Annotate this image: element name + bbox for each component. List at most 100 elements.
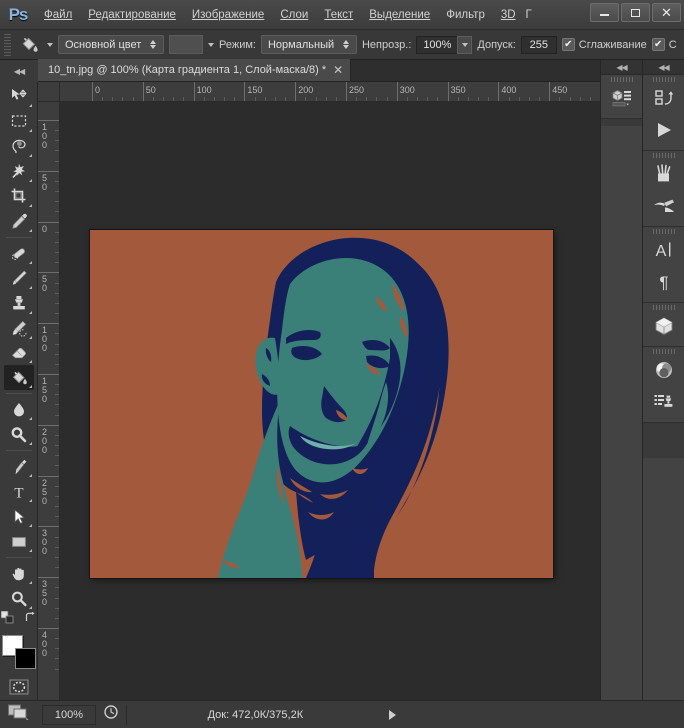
panel-grip[interactable] bbox=[643, 303, 684, 312]
3d-properties-panel-button[interactable] bbox=[601, 84, 642, 116]
collapse-panel-icon: ◀◀ bbox=[616, 63, 626, 72]
toolbox-divider-2 bbox=[6, 393, 32, 394]
3d-panel-button[interactable] bbox=[643, 312, 684, 344]
default-colors-icon[interactable] bbox=[1, 611, 14, 629]
actions-panel-button[interactable] bbox=[643, 116, 684, 148]
background-color-swatch[interactable] bbox=[15, 648, 36, 669]
options-bar-grip[interactable] bbox=[4, 34, 11, 56]
minimize-button[interactable] bbox=[590, 3, 619, 22]
ruler-tick bbox=[38, 476, 60, 477]
menu-select[interactable]: Выделение bbox=[361, 0, 438, 30]
pattern-swatch[interactable] bbox=[169, 35, 203, 54]
ruler-label: 150 bbox=[40, 377, 49, 404]
history-panel-button[interactable] bbox=[643, 84, 684, 116]
path-selection-tool[interactable] bbox=[4, 504, 34, 529]
status-expand-button[interactable] bbox=[384, 710, 402, 720]
menu-filter[interactable]: Фильтр bbox=[438, 0, 493, 30]
ruler-label: 250 bbox=[40, 479, 49, 506]
menu-edit[interactable]: Редактирование bbox=[80, 0, 184, 30]
ruler-label: 150 bbox=[244, 85, 262, 95]
ruler-label: 350 bbox=[40, 580, 49, 607]
brush-presets-panel-button[interactable] bbox=[643, 192, 684, 224]
opacity-input[interactable]: 100% bbox=[416, 36, 458, 54]
clone-stamp-tool[interactable] bbox=[4, 291, 34, 316]
panel-grip[interactable] bbox=[643, 151, 684, 160]
fill-source-dropdown[interactable]: Основной цвет bbox=[58, 35, 164, 54]
paint-bucket-icon[interactable] bbox=[16, 34, 42, 56]
blend-mode-stepper[interactable] bbox=[340, 40, 352, 49]
horizontal-ruler[interactable]: 050100150200250300350400450 bbox=[60, 82, 604, 102]
ruler-label: 200 bbox=[40, 428, 49, 455]
eyedropper-tool[interactable] bbox=[4, 209, 34, 234]
opacity-chevron-down-icon[interactable] bbox=[457, 36, 472, 54]
dock-collapse-left[interactable]: ◀◀ bbox=[601, 60, 642, 75]
tool-preset-chevron-down-icon[interactable] bbox=[47, 43, 53, 47]
history-brush-tool[interactable] bbox=[4, 316, 34, 341]
close-button[interactable]: ✕ bbox=[652, 3, 681, 22]
menu-type[interactable]: Текст bbox=[316, 0, 361, 30]
panel-grip[interactable] bbox=[643, 347, 684, 356]
antialias-checkbox[interactable]: ✔ bbox=[562, 38, 575, 51]
quick-mask-toggle[interactable] bbox=[4, 675, 34, 700]
ruler-label: 0 bbox=[40, 225, 49, 234]
menu-file[interactable]: Файл bbox=[36, 0, 80, 30]
antialias-label: Сглаживание bbox=[579, 39, 647, 51]
zoom-level-input[interactable]: 100% bbox=[42, 705, 96, 725]
document-tab[interactable]: 10_tn.jpg @ 100% (Карта градиента 1, Сло… bbox=[38, 59, 351, 81]
brush-tool[interactable] bbox=[4, 266, 34, 291]
menu-3d[interactable]: 3D bbox=[493, 0, 524, 30]
panel-grip[interactable] bbox=[643, 75, 684, 84]
timing-button[interactable] bbox=[96, 704, 126, 725]
lasso-tool[interactable] bbox=[4, 134, 34, 159]
toolbox-collapse-button[interactable]: ◀◀ bbox=[0, 60, 38, 82]
antialias-checkbox-group[interactable]: ✔ Сглаживание bbox=[562, 38, 647, 51]
menu-layers[interactable]: Слои bbox=[272, 0, 316, 30]
contiguous-checkbox[interactable]: ✔ bbox=[652, 38, 665, 51]
artboard[interactable] bbox=[90, 230, 553, 578]
menu-image[interactable]: Изображение bbox=[184, 0, 272, 30]
pattern-chevron-down-icon[interactable] bbox=[208, 43, 214, 47]
eraser-tool[interactable] bbox=[4, 341, 34, 366]
crop-tool[interactable] bbox=[4, 184, 34, 209]
panel-grip[interactable] bbox=[643, 227, 684, 236]
canvas-area[interactable] bbox=[60, 102, 604, 700]
dodge-tool[interactable] bbox=[4, 422, 34, 447]
swap-colors-icon[interactable] bbox=[24, 611, 37, 629]
character-panel-button[interactable]: A bbox=[643, 236, 684, 268]
pen-tool[interactable] bbox=[4, 454, 34, 479]
tab-close-icon[interactable]: ✕ bbox=[333, 64, 343, 76]
rectangle-tool[interactable] bbox=[4, 529, 34, 554]
ruler-label: 50 bbox=[143, 85, 156, 95]
maximize-button[interactable] bbox=[621, 3, 650, 22]
ruler-tick bbox=[38, 425, 60, 426]
hand-tool[interactable] bbox=[4, 561, 34, 586]
zoom-tool[interactable] bbox=[4, 586, 34, 611]
color-panel-button[interactable] bbox=[643, 356, 684, 388]
color-swatches[interactable] bbox=[2, 635, 36, 669]
blend-mode-dropdown[interactable]: Нормальный bbox=[261, 35, 357, 54]
menu-view[interactable]: Г bbox=[524, 0, 534, 30]
paint-bucket-tool[interactable] bbox=[4, 365, 34, 390]
dock-collapse-right[interactable]: ◀◀ bbox=[643, 60, 684, 75]
clone-source-panel-button[interactable] bbox=[643, 388, 684, 420]
document-info[interactable]: Док: 472,0К/375,2К bbox=[126, 705, 384, 725]
tolerance-input[interactable]: 255 bbox=[521, 36, 557, 54]
ruler-label: 50 bbox=[40, 174, 49, 192]
type-tool[interactable]: T bbox=[4, 479, 34, 504]
panel-grip[interactable] bbox=[601, 75, 642, 84]
ruler-label: 350 bbox=[448, 85, 466, 95]
fill-source-stepper[interactable] bbox=[147, 40, 159, 49]
move-tool[interactable] bbox=[4, 84, 34, 109]
contiguous-checkbox-group[interactable]: ✔ С bbox=[652, 38, 677, 51]
magic-wand-tool[interactable] bbox=[4, 159, 34, 184]
ruler-tick bbox=[38, 526, 60, 527]
healing-brush-tool[interactable] bbox=[4, 241, 34, 266]
paragraph-panel-button[interactable]: ¶ bbox=[643, 268, 684, 300]
blur-tool[interactable] bbox=[4, 397, 34, 422]
color-wheel-icon bbox=[653, 360, 675, 385]
brush-panel-button[interactable] bbox=[643, 160, 684, 192]
screen-mode-button[interactable] bbox=[0, 701, 38, 728]
vertical-ruler[interactable]: 10050050100150200250300350400 bbox=[38, 102, 60, 700]
ruler-tick bbox=[38, 120, 60, 121]
rectangular-marquee-tool[interactable] bbox=[4, 109, 34, 134]
